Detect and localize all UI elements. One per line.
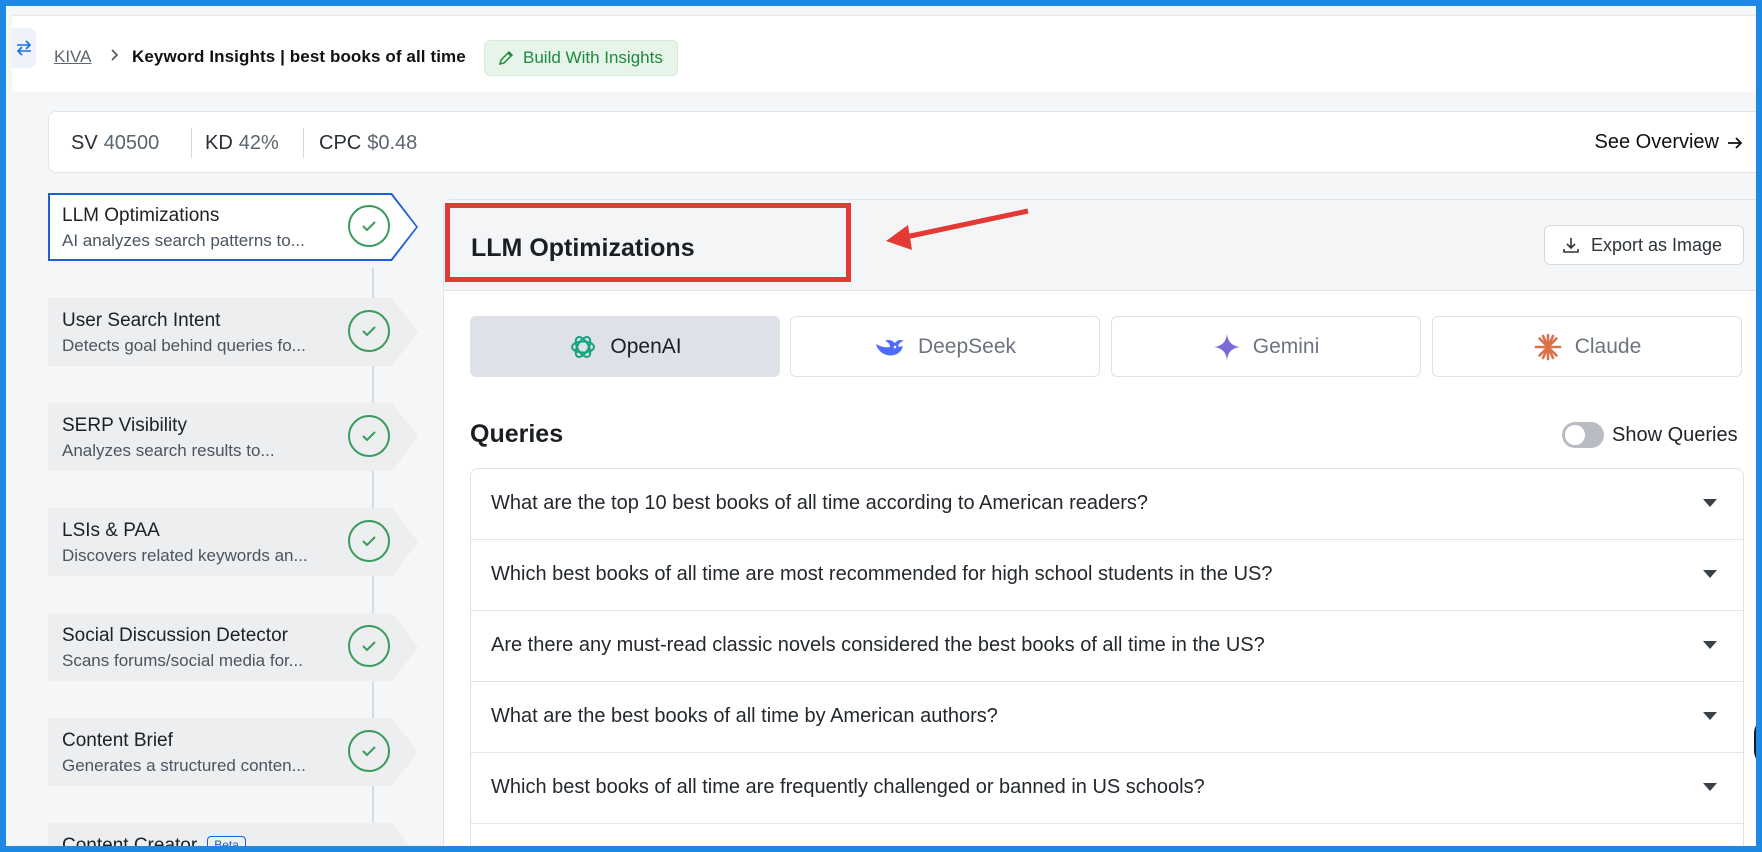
export-as-image-button[interactable]: Export as Image bbox=[1544, 225, 1744, 265]
metric-cpc-value: $0.48 bbox=[367, 132, 418, 154]
tab-gemini[interactable]: Gemini bbox=[1111, 316, 1421, 377]
tab-label: OpenAI bbox=[610, 334, 682, 358]
openai-icon bbox=[571, 335, 596, 358]
see-overview-label: See Overview bbox=[1594, 131, 1720, 153]
caret-down-icon bbox=[1703, 641, 1717, 649]
query-row[interactable]: Which best books of all time are most re… bbox=[471, 540, 1743, 611]
show-queries-label: Show Queries bbox=[1612, 423, 1738, 446]
sidebar-item-desc: Analyzes search results to... bbox=[62, 441, 275, 460]
sidebar-item-desc: AI analyzes search patterns to... bbox=[62, 231, 305, 250]
metric-kd: KD 42% bbox=[205, 132, 279, 155]
download-icon bbox=[1563, 238, 1579, 253]
keyword-metrics-bar: SV 40500 KD 42% CPC $0.48 See Overview bbox=[48, 111, 1756, 173]
sidebar-item-user-search-intent[interactable]: User Search Intent Detects goal behind q… bbox=[48, 298, 418, 366]
caret-down-icon bbox=[1703, 712, 1717, 720]
sidebar-item-social-discussion-detector[interactable]: Social Discussion Detector Scans forums/… bbox=[48, 613, 418, 681]
gemini-icon bbox=[1213, 333, 1240, 360]
caret-down-icon bbox=[1703, 570, 1717, 578]
sidebar-item-desc: Discovers related keywords an... bbox=[62, 546, 308, 565]
check-circle-icon bbox=[348, 625, 390, 667]
pencil-icon bbox=[498, 50, 514, 66]
metric-cpc: CPC $0.48 bbox=[319, 132, 417, 155]
show-queries-control: Show Queries bbox=[1562, 422, 1738, 448]
sidebar-item-title: User Search Intent bbox=[62, 310, 221, 331]
page-title: Keyword Insights | best books of all tim… bbox=[132, 47, 466, 66]
metric-sv: SV 40500 bbox=[71, 132, 159, 155]
check-circle-icon bbox=[348, 520, 390, 562]
sidebar-item-title: LSIs & PAA bbox=[62, 520, 160, 541]
sidebar-item-title: SERP Visibility bbox=[62, 415, 187, 436]
query-text: What are the top 10 best books of all ti… bbox=[491, 492, 1149, 514]
tab-deepseek[interactable]: DeepSeek bbox=[790, 316, 1100, 377]
query-row[interactable]: Which best books of all time are frequen… bbox=[471, 753, 1743, 824]
metric-sv-label: SV bbox=[71, 132, 98, 154]
export-button-label: Export as Image bbox=[1591, 234, 1723, 255]
tab-label: Claude bbox=[1574, 334, 1642, 358]
caret-down-icon bbox=[1703, 499, 1717, 507]
query-text: Which best books of all time are most re… bbox=[491, 563, 1273, 585]
claude-icon bbox=[1534, 333, 1562, 360]
sidebar-item-desc: Detects goal behind queries fo... bbox=[62, 336, 306, 355]
check-circle-icon bbox=[348, 310, 390, 352]
chevron-right-icon bbox=[111, 49, 119, 61]
query-text: What are the best books of all time by A… bbox=[491, 705, 998, 727]
sidebar-item-desc: Generates a structured conten... bbox=[62, 756, 306, 775]
show-queries-toggle[interactable] bbox=[1562, 422, 1604, 448]
tab-claude[interactable]: Claude bbox=[1432, 316, 1742, 377]
caret-down-icon bbox=[1703, 783, 1717, 791]
metric-kd-value: 42% bbox=[238, 132, 279, 154]
breadcrumb-root-link[interactable]: KIVA bbox=[54, 47, 91, 67]
sidebar-item-title: Content Creator Beta bbox=[62, 835, 246, 852]
chat-widget-button[interactable] bbox=[1754, 718, 1756, 766]
sidebar-item-content-creator[interactable]: Content Creator Beta bbox=[48, 823, 418, 852]
sidebar-item-title-text: Content Creator bbox=[62, 835, 198, 852]
tab-openai[interactable]: OpenAI bbox=[470, 316, 780, 377]
sidebar-item-lsis-paa[interactable]: LSIs & PAA Discovers related keywords an… bbox=[48, 508, 418, 576]
swap-arrows-icon[interactable] bbox=[12, 28, 36, 68]
check-circle-icon bbox=[348, 205, 390, 247]
metric-cpc-label: CPC bbox=[319, 132, 362, 154]
arrow-right-icon bbox=[1728, 136, 1743, 149]
deepseek-icon bbox=[875, 339, 904, 355]
screenshot-frame: KIVA Keyword Insights | best books of al… bbox=[0, 0, 1762, 852]
sidebar-item-serp-visibility[interactable]: SERP Visibility Analyzes search results … bbox=[48, 403, 418, 471]
check-circle-icon bbox=[348, 415, 390, 457]
top-bar: KIVA Keyword Insights | best books of al… bbox=[12, 15, 1756, 92]
sidebar-item-content-brief[interactable]: Content Brief Generates a structured con… bbox=[48, 718, 418, 786]
see-overview-link[interactable]: See Overview bbox=[1595, 131, 1746, 154]
metric-divider bbox=[303, 128, 304, 158]
metric-sv-value: 40500 bbox=[103, 132, 160, 154]
query-row[interactable]: Are there any must-read classic novels c… bbox=[471, 611, 1743, 682]
metric-kd-label: KD bbox=[205, 132, 233, 154]
sidebar-item-desc: Scans forums/social media for... bbox=[62, 651, 303, 670]
tab-label: Gemini bbox=[1252, 334, 1320, 358]
metric-divider bbox=[191, 128, 192, 158]
queries-list: What are the top 10 best books of all ti… bbox=[470, 468, 1744, 846]
query-row[interactable]: What are the best books of all time by A… bbox=[471, 682, 1743, 753]
sidebar-item-title: Content Brief bbox=[62, 730, 173, 751]
check-circle-icon bbox=[348, 730, 390, 772]
build-with-insights-button[interactable]: Build With Insights bbox=[484, 40, 678, 76]
beta-badge: Beta bbox=[207, 836, 246, 846]
query-text: Which best books of all time are frequen… bbox=[491, 776, 1205, 798]
query-text: Are there any must-read classic novels c… bbox=[491, 634, 1265, 656]
query-row[interactable]: What are the top 10 best books of all ti… bbox=[471, 469, 1743, 540]
tab-label: DeepSeek bbox=[917, 334, 1017, 358]
annotation-highlight-box bbox=[445, 203, 851, 282]
queries-heading: Queries bbox=[470, 420, 564, 448]
build-button-label: Build With Insights bbox=[523, 48, 663, 67]
sidebar-item-llm-optimizations[interactable]: LLM Optimizations AI analyzes search pat… bbox=[48, 193, 418, 261]
sidebar-item-title: LLM Optimizations bbox=[62, 205, 220, 226]
sidebar-item-title: Social Discussion Detector bbox=[62, 625, 288, 646]
